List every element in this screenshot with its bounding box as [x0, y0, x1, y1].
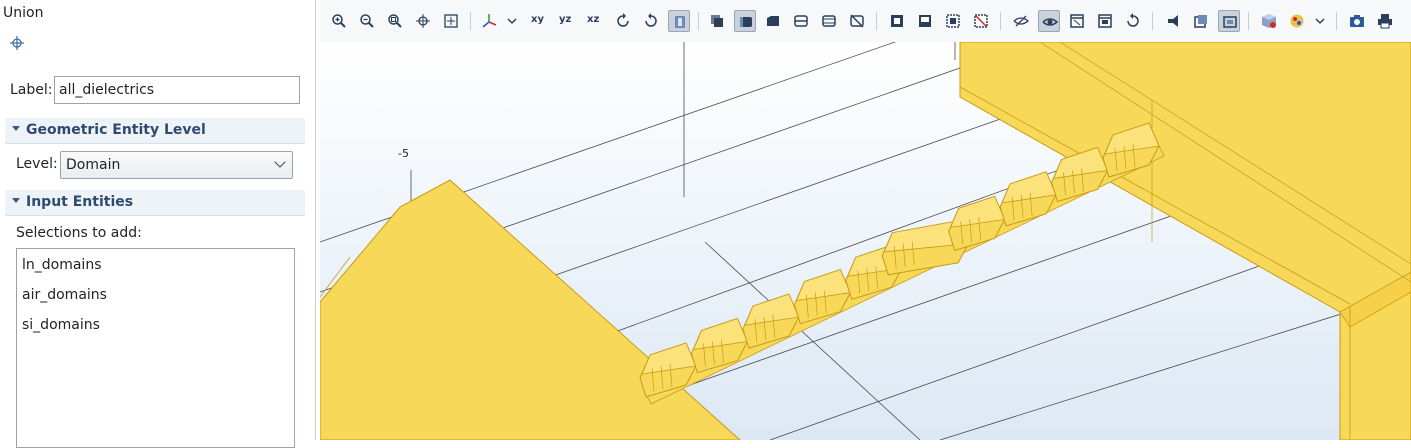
zoom-selected-icon[interactable] [412, 10, 434, 32]
section-title: Input Entities [26, 194, 134, 210]
chevron-down-icon [274, 156, 286, 168]
transparency-icon[interactable] [706, 10, 728, 32]
yz-view-label: yz [559, 14, 572, 25]
select-box-icon[interactable] [846, 10, 868, 32]
show-icon[interactable] [1038, 10, 1060, 32]
waveguide-segments [639, 122, 1165, 405]
section-geometric-entity-level[interactable]: Geometric Entity Level [5, 118, 305, 144]
selections-caption: Selections to add: [16, 225, 142, 241]
waveguide-segment [999, 171, 1057, 227]
list-item[interactable]: ln_domains [22, 257, 102, 273]
xz-view-button[interactable]: xz [584, 10, 606, 32]
render-icon[interactable] [1218, 10, 1240, 32]
print-icon[interactable] [1374, 10, 1396, 32]
hide-selected-icon[interactable] [970, 10, 992, 32]
waveguide-segment [948, 195, 1006, 251]
axis-orientation-icon[interactable] [478, 10, 500, 32]
deselect-box-icon[interactable] [886, 10, 908, 32]
collapse-arrow-icon [12, 126, 20, 131]
clear-selection-icon[interactable] [942, 10, 964, 32]
waveguide-segment [690, 317, 749, 374]
chevron-down-icon[interactable] [504, 10, 518, 32]
zoom-extents-icon[interactable] [440, 10, 462, 32]
scene-icon[interactable] [1190, 10, 1212, 32]
zoom-out-icon[interactable] [356, 10, 378, 32]
select-boundary-icon[interactable] [762, 10, 784, 32]
panel-title: Union [3, 5, 44, 21]
select-all-icon[interactable] [914, 10, 936, 32]
collapse-arrow-icon [12, 198, 20, 203]
toolbar-separator [1336, 12, 1337, 30]
waveguide-segment [793, 269, 851, 325]
cube-icon[interactable] [1258, 10, 1280, 32]
section-title: Geometric Entity Level [26, 122, 206, 138]
axis-tick-label: -5 [398, 147, 409, 160]
yz-view-button[interactable]: yz [556, 10, 578, 32]
select-edge-icon[interactable] [790, 10, 812, 32]
waveguide-segment [639, 342, 697, 398]
screenshot-icon[interactable] [1346, 10, 1368, 32]
geometry-scene[interactable]: -5 [320, 42, 1411, 440]
label-caption: Label: [10, 82, 53, 98]
toolbar-separator [1248, 12, 1249, 30]
chevron-down-icon[interactable] [1312, 10, 1326, 32]
graphics-viewport[interactable]: -5 [320, 42, 1411, 440]
toolbar-separator [698, 12, 699, 30]
selections-list[interactable]: ln_domains air_domains si_domains [16, 248, 295, 448]
graphics-toolbar: xy yz xz [320, 0, 1411, 43]
left-electrode-block [320, 179, 741, 440]
rotate-ccw-icon[interactable] [640, 10, 662, 32]
level-select[interactable]: Domain [60, 151, 293, 179]
waveguide-segment [1051, 146, 1109, 203]
light-icon[interactable] [1162, 10, 1184, 32]
right-electrode-block [959, 42, 1411, 440]
build-selected-icon[interactable] [10, 36, 24, 50]
select-domain-icon[interactable] [734, 10, 756, 32]
reset-hiding-icon[interactable] [1122, 10, 1144, 32]
settings-panel: Union Label: all_dielectrics Geometric E… [0, 0, 316, 448]
section-input-entities[interactable]: Input Entities [5, 190, 305, 216]
xy-view-label: xy [531, 14, 544, 25]
level-caption: Level: [16, 156, 58, 172]
list-item[interactable]: air_domains [22, 287, 107, 303]
xz-view-label: xz [587, 14, 600, 25]
list-item[interactable]: si_domains [22, 317, 100, 333]
label-field[interactable]: all_dielectrics [54, 76, 300, 104]
hide-icon[interactable] [1010, 10, 1032, 32]
toolbar-separator [876, 12, 877, 30]
toolbar-separator [1152, 12, 1153, 30]
select-point-icon[interactable] [818, 10, 840, 32]
rotate-cw-icon[interactable] [612, 10, 634, 32]
waveguide-segment [742, 293, 800, 349]
show-selected-icon[interactable] [1094, 10, 1116, 32]
toolbar-separator [470, 12, 471, 30]
view-mode-icon[interactable] [668, 10, 690, 32]
level-selected-value: Domain [66, 157, 121, 173]
hide-geometric-entities-icon[interactable] [1066, 10, 1088, 32]
toolbar-separator [1000, 12, 1001, 30]
xy-view-button[interactable]: xy [528, 10, 550, 32]
zoom-in-icon[interactable] [328, 10, 350, 32]
zoom-box-icon[interactable] [384, 10, 406, 32]
materials-icon[interactable] [1286, 10, 1308, 32]
